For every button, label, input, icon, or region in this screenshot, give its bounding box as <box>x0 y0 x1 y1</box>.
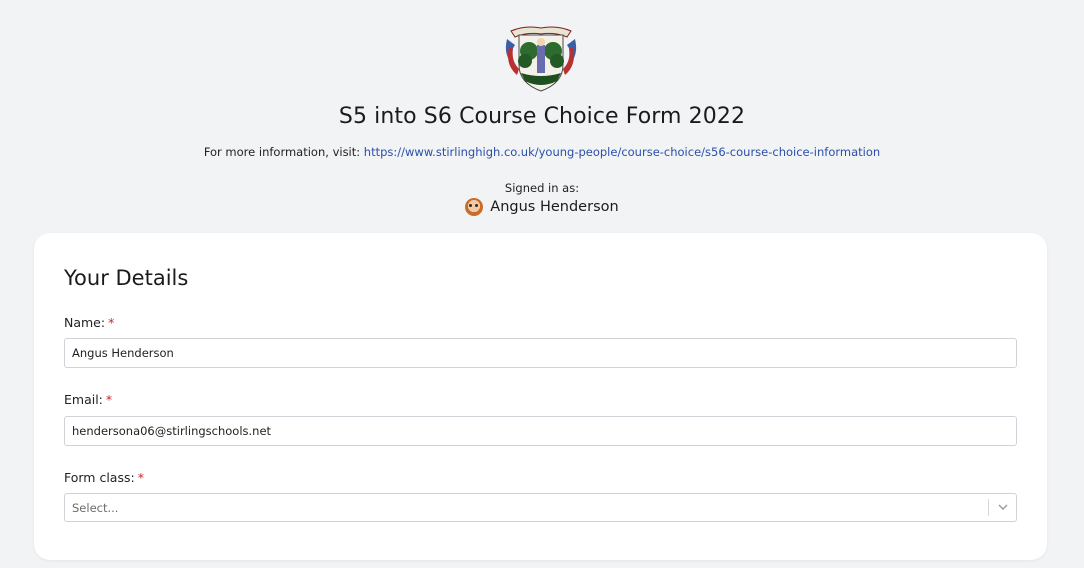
info-prefix: For more information, visit: <box>203 145 364 159</box>
signed-in-user: Angus Henderson <box>0 198 1084 216</box>
signed-in-user-name: Angus Henderson <box>490 199 619 215</box>
form-class-select[interactable]: Select... <box>64 493 1017 522</box>
page: S5 into S6 Course Choice Form 2022 For m… <box>0 0 1084 568</box>
required-marker: * <box>105 392 113 407</box>
email-label: Email: * <box>64 392 112 407</box>
school-crest-icon <box>505 26 577 92</box>
form-class-label-text: Form class: <box>64 470 135 485</box>
info-link[interactable]: https://www.stirlinghigh.co.uk/young-peo… <box>364 145 880 159</box>
form-class-placeholder: Select... <box>72 500 119 515</box>
required-marker: * <box>137 470 144 485</box>
user-avatar-icon <box>465 198 484 216</box>
info-line: For more information, visit: https://www… <box>0 145 1084 159</box>
required-marker: * <box>108 315 115 330</box>
section-title: Your Details <box>64 266 189 290</box>
details-card: Your Details Name:* Email:* Form class:*… <box>34 233 1047 560</box>
name-label-text: Name: <box>64 315 106 330</box>
email-input[interactable] <box>64 416 1017 446</box>
name-label: Name: * <box>64 315 114 330</box>
name-input[interactable] <box>64 338 1017 368</box>
page-title: S5 into S6 Course Choice Form 2022 <box>338 104 746 129</box>
form-class-label: Form class: * <box>64 470 144 485</box>
chevron-down-icon[interactable] <box>989 494 1016 521</box>
email-label-text: Email: <box>64 392 103 407</box>
signed-in-label: Signed in as: <box>504 181 580 195</box>
